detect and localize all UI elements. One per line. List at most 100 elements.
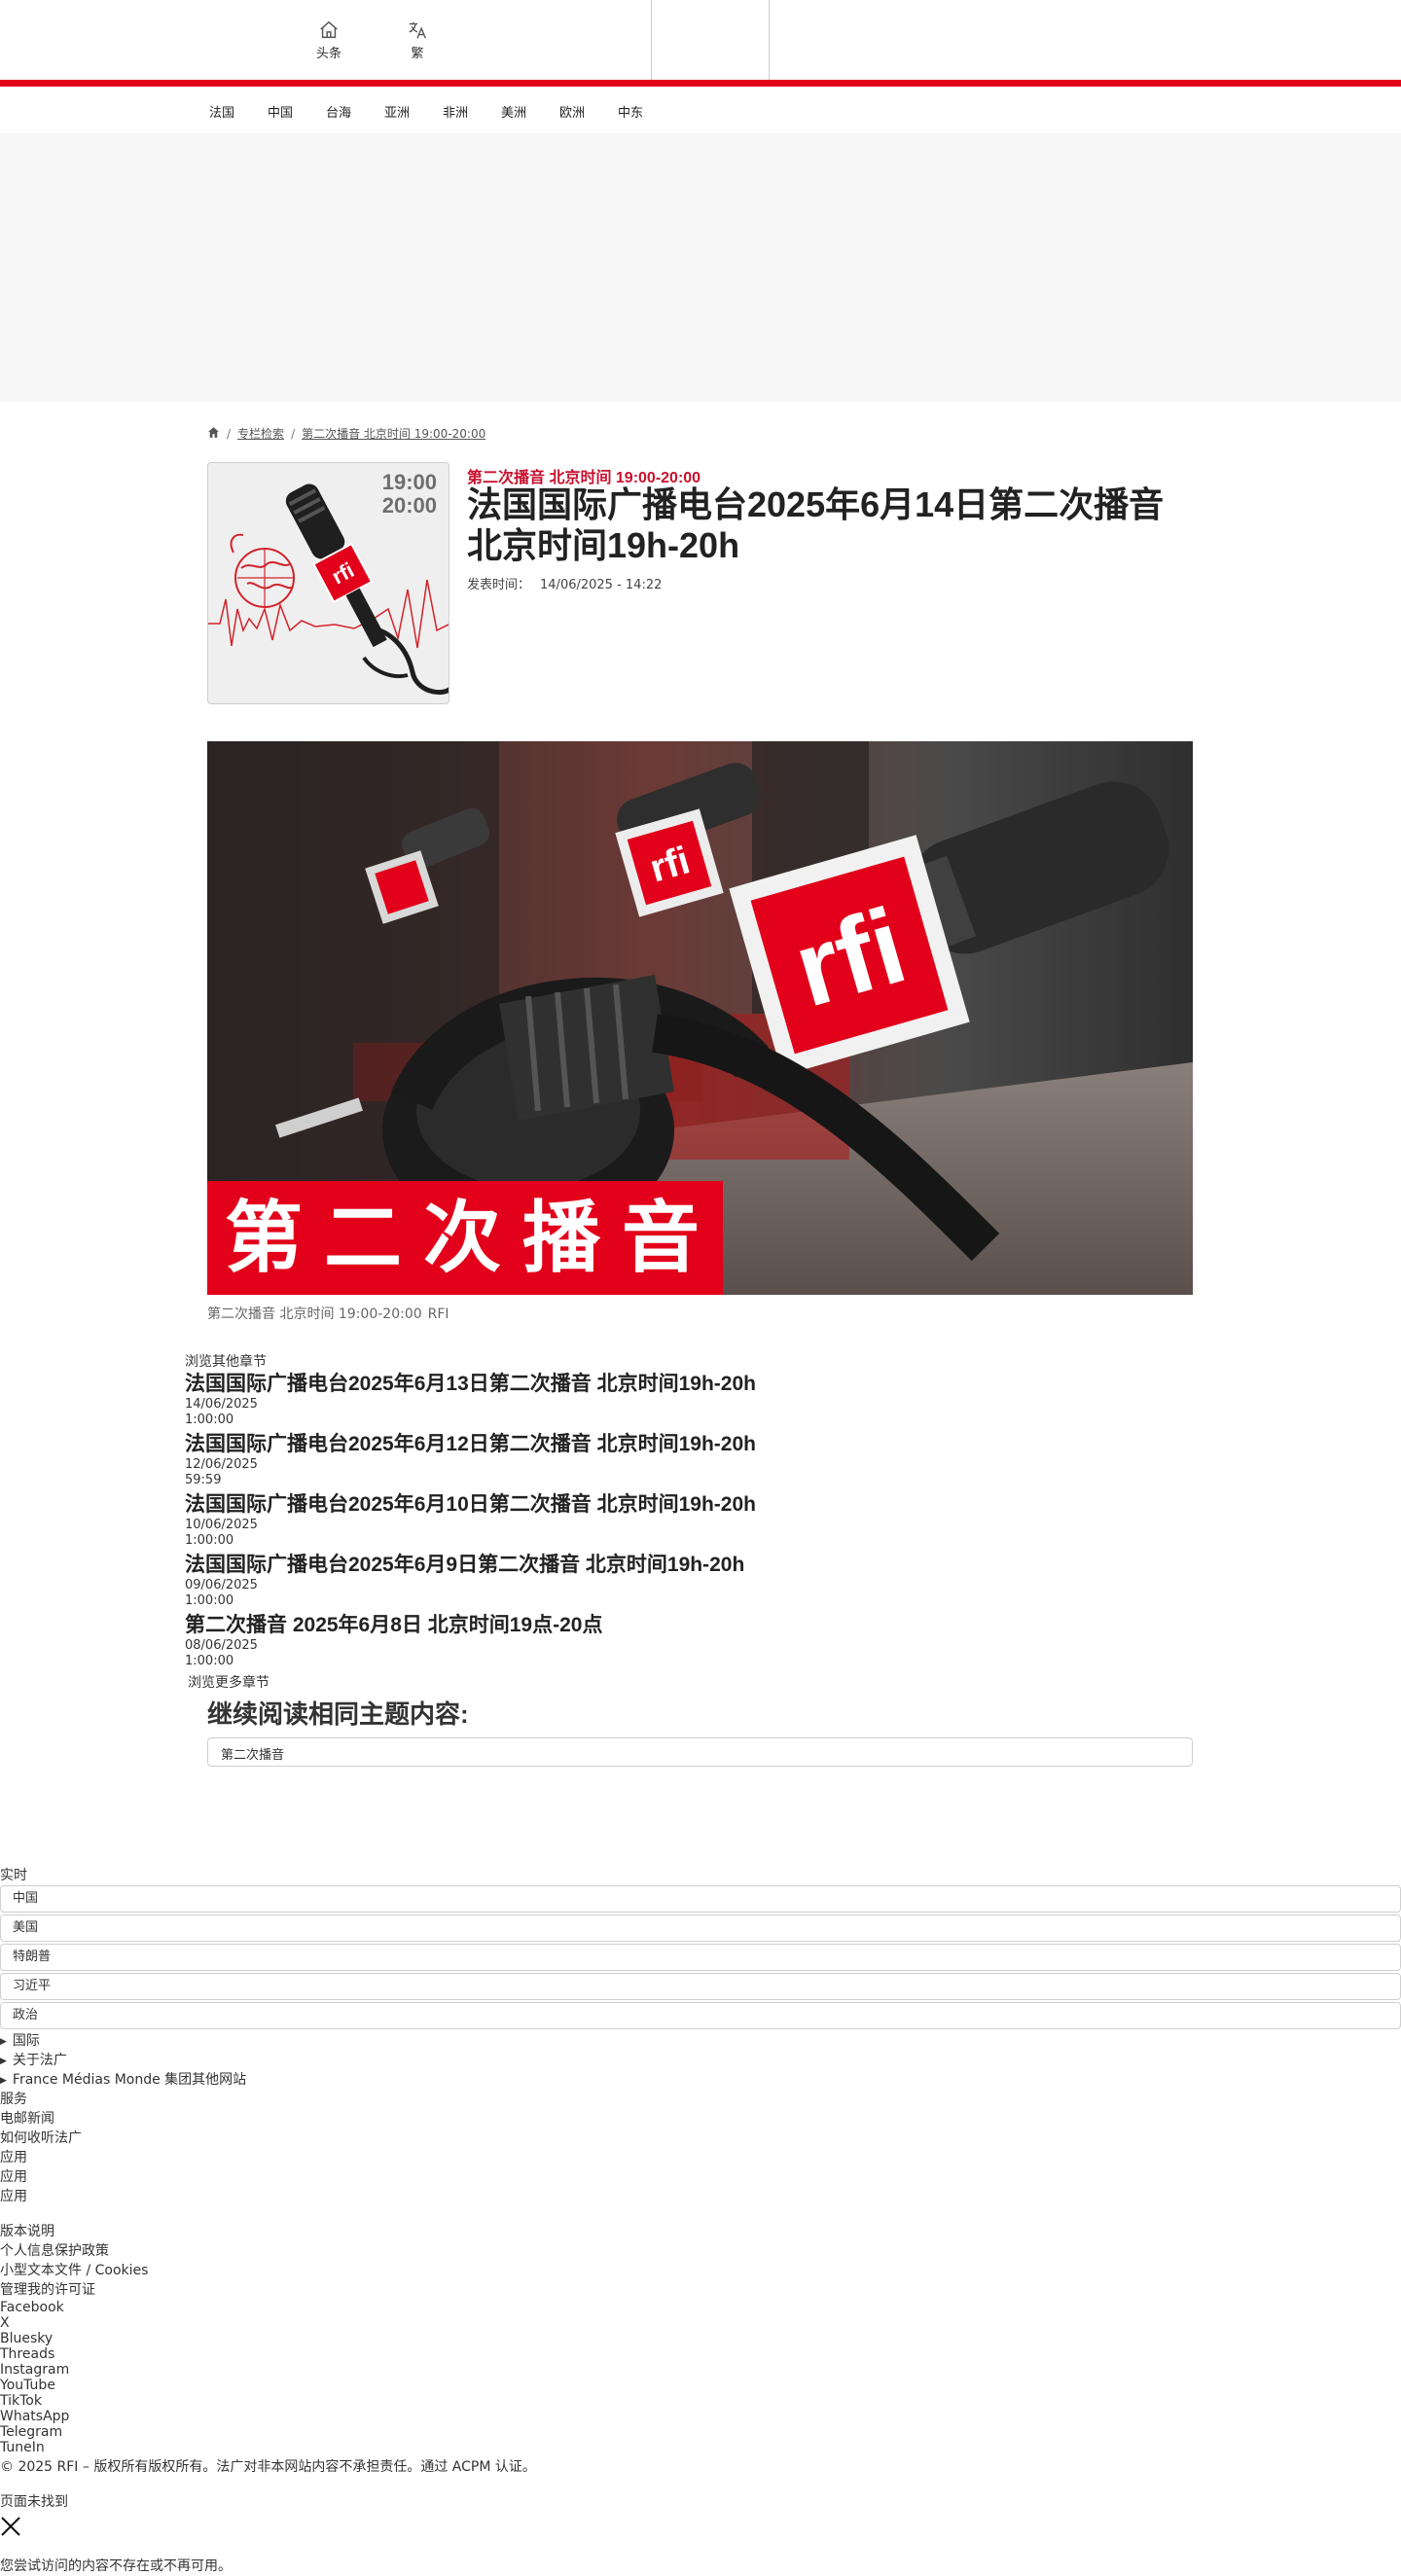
more-episodes-link[interactable]: 浏览更多章节 xyxy=(188,1675,269,1691)
site-footer: 实时 中国 美国 特朗普 习近平 政治 国际 关于法广 France Média… xyxy=(0,1866,1401,2576)
episode-title[interactable]: 法国国际广播电台2025年6月9日第二次播音 北京时间19h-20h xyxy=(185,1553,1060,1578)
nav-item-europe[interactable]: 欧洲 xyxy=(559,102,585,121)
headlines-label: 头条 xyxy=(315,47,341,61)
publish-date-label: 发表时间： xyxy=(467,578,531,592)
site-header: 头条 繁 xyxy=(0,0,1401,80)
footer-spacer xyxy=(0,2541,1401,2557)
manage-consent-link[interactable]: 管理我的许可证 xyxy=(0,2280,1401,2300)
live-tag[interactable]: 美国 xyxy=(0,1914,1401,1942)
episode-item: 第二次播音 2025年6月8日 北京时间19点-20点 08/06/2025 1… xyxy=(185,1613,1060,1673)
home-icon xyxy=(208,426,219,438)
privacy-policy-link[interactable]: 个人信息保护政策 xyxy=(0,2241,1401,2261)
social-instagram-link[interactable]: Instagram xyxy=(0,2362,1401,2378)
footer-section-fmm-sites[interactable]: France Médias Monde 集团其他网站 xyxy=(0,2070,1401,2090)
publish-date: 发表时间： 14/06/2025 - 14:22 xyxy=(467,574,662,592)
caption-text: 第二次播音 北京时间 19:00-20:00 xyxy=(207,1306,422,1322)
nav-item-americas[interactable]: 美洲 xyxy=(501,102,526,121)
hero-banner: 第二次播音 xyxy=(207,1181,723,1295)
episode-duration: 1:00:00 xyxy=(185,1593,234,1608)
footer-spacer xyxy=(0,2206,1401,2222)
breadcrumb-programs[interactable]: 专栏检索 xyxy=(237,425,284,442)
social-telegram-link[interactable]: Telegram xyxy=(0,2424,1401,2440)
ad-placeholder xyxy=(0,133,1401,402)
close-icon[interactable] xyxy=(0,2516,21,2537)
social-whatsapp-link[interactable]: WhatsApp xyxy=(0,2409,1401,2424)
app-link[interactable]: 应用 xyxy=(0,2187,1401,2206)
live-tag[interactable]: 习近平 xyxy=(0,1973,1401,2000)
episode-duration: 59:59 xyxy=(185,1473,222,1487)
headlines-button[interactable]: 头条 xyxy=(300,19,358,61)
cover-time: 19:00 20:00 xyxy=(382,471,437,518)
legal-notice-link[interactable]: 版本说明 xyxy=(0,2222,1401,2241)
related-topic-tag[interactable]: 第二次播音 xyxy=(207,1737,1193,1767)
traditional-chinese-label: 繁 xyxy=(411,47,424,61)
related-topics-title: 继续阅读相同主题内容: xyxy=(207,1699,469,1729)
publish-date-value: 14/06/2025 - 14:22 xyxy=(540,578,663,592)
nav-item-taiwan-strait[interactable]: 台海 xyxy=(326,102,351,121)
episode-title[interactable]: 法国国际广播电台2025年6月10日第二次播音 北京时间19h-20h xyxy=(185,1492,1060,1518)
nav-item-middle-east[interactable]: 中东 xyxy=(618,102,643,121)
traditional-chinese-button[interactable]: 繁 xyxy=(388,19,447,61)
header-divider xyxy=(651,0,652,80)
footer-spacer xyxy=(0,2477,1401,2492)
social-x-link[interactable]: X xyxy=(0,2315,1401,2331)
social-youtube-link[interactable]: YouTube xyxy=(0,2378,1401,2393)
episode-date: 08/06/2025 xyxy=(185,1638,258,1653)
app-link[interactable]: 应用 xyxy=(0,2167,1401,2187)
footer-section-about[interactable]: 关于法广 xyxy=(0,2051,1401,2070)
live-tag[interactable]: 政治 xyxy=(0,2002,1401,2029)
breadcrumb-separator: / xyxy=(227,426,232,441)
episode-duration: 1:00:00 xyxy=(185,1413,234,1427)
cover-time-end: 20:00 xyxy=(381,493,437,518)
breadcrumb-separator: / xyxy=(291,426,296,441)
footer-section-international[interactable]: 国际 xyxy=(0,2031,1401,2051)
not-found-title: 页面未找到 xyxy=(0,2494,68,2510)
home-icon xyxy=(320,20,338,39)
breadcrumb: / 专栏检索 / 第二次播音 北京时间 19:00-20:00 xyxy=(207,425,485,442)
social-bluesky-link[interactable]: Bluesky xyxy=(0,2331,1401,2346)
nav-item-france[interactable]: 法国 xyxy=(209,102,234,121)
translate-icon xyxy=(409,21,426,39)
brand-red-line xyxy=(0,80,1401,87)
cover-time-start: 19:00 xyxy=(381,470,437,494)
social-threads-link[interactable]: Threads xyxy=(0,2346,1401,2362)
episode-duration: 1:00:00 xyxy=(185,1654,234,1668)
nav-item-asia[interactable]: 亚洲 xyxy=(384,102,410,121)
social-tiktok-link[interactable]: TikTok xyxy=(0,2393,1401,2409)
header-divider xyxy=(769,0,770,80)
services-heading: 服务 xyxy=(0,2092,27,2107)
program-cover-image: rfi 19:00 20:00 xyxy=(207,462,449,704)
social-tunein-link[interactable]: TuneIn xyxy=(0,2440,1401,2455)
how-to-listen-link[interactable]: 如何收听法广 xyxy=(0,2129,1401,2148)
other-episodes-heading: 浏览其他章节 xyxy=(185,1354,267,1370)
newsletter-link[interactable]: 电邮新闻 xyxy=(0,2109,1401,2129)
not-found-text: 您尝试访问的内容不存在或不再可用。 xyxy=(0,2558,232,2574)
episode-date: 12/06/2025 xyxy=(185,1457,258,1472)
episode-title[interactable]: 法国国际广播电台2025年6月12日第二次播音 北京时间19h-20h xyxy=(185,1432,1060,1457)
episode-item: 法国国际广播电台2025年6月13日第二次播音 北京时间19h-20h 14/0… xyxy=(185,1372,1060,1432)
episode-item: 法国国际广播电台2025年6月9日第二次播音 北京时间19h-20h 09/06… xyxy=(185,1553,1060,1613)
episode-duration: 1:00:00 xyxy=(185,1533,234,1548)
episode-date: 09/06/2025 xyxy=(185,1578,258,1592)
episode-title[interactable]: 法国国际广播电台2025年6月13日第二次播音 北京时间19h-20h xyxy=(185,1372,1060,1397)
hero-image: rfi rfi 第二次播音 xyxy=(207,741,1193,1295)
caption-credit: RFI xyxy=(427,1306,449,1322)
nav-item-africa[interactable]: 非洲 xyxy=(443,102,468,121)
episode-date: 10/06/2025 xyxy=(185,1518,258,1532)
live-tag[interactable]: 中国 xyxy=(0,1885,1401,1913)
breadcrumb-current[interactable]: 第二次播音 北京时间 19:00-20:00 xyxy=(302,425,485,442)
breadcrumb-home[interactable] xyxy=(207,426,220,442)
image-caption: 第二次播音 北京时间 19:00-20:00 RFI xyxy=(207,1304,449,1323)
nav-item-china[interactable]: 中国 xyxy=(268,102,293,121)
main-nav: 法国 中国 台海 亚洲 非洲 美洲 欧洲 中东 xyxy=(0,87,1401,133)
copyright: © 2025 RFI – 版权所有版权所有。法广对非本网站内容不承担责任。通过 … xyxy=(0,2459,536,2475)
episode-item: 法国国际广播电台2025年6月10日第二次播音 北京时间19h-20h 10/0… xyxy=(185,1492,1060,1553)
cookies-link[interactable]: 小型文本文件 / Cookies xyxy=(0,2261,1401,2280)
app-link[interactable]: 应用 xyxy=(0,2148,1401,2167)
episode-item: 法国国际广播电台2025年6月12日第二次播音 北京时间19h-20h 12/0… xyxy=(185,1432,1060,1492)
episode-title[interactable]: 第二次播音 2025年6月8日 北京时间19点-20点 xyxy=(185,1613,1060,1638)
live-heading: 实时 xyxy=(0,1868,27,1883)
social-facebook-link[interactable]: Facebook xyxy=(0,2300,1401,2315)
live-tag[interactable]: 特朗普 xyxy=(0,1944,1401,1971)
article-title: 法国国际广播电台2025年6月14日第二次播音 北京时间19h-20h xyxy=(467,484,1165,565)
